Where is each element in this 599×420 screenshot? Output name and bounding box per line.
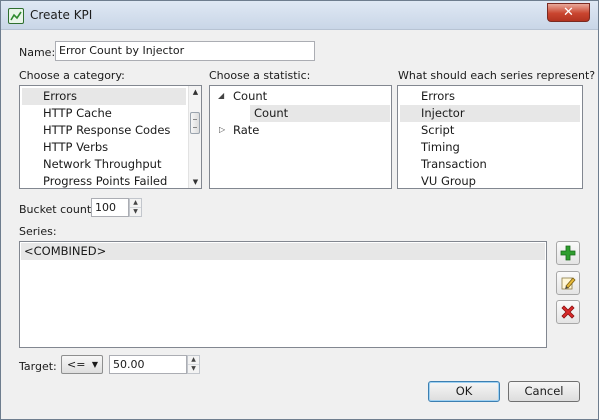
name-input[interactable]: Error Count by Injector xyxy=(55,41,315,61)
target-operator-select[interactable]: <= ▼ xyxy=(61,355,103,374)
ok-button[interactable]: OK xyxy=(428,381,500,402)
represent-item-vu-group[interactable]: VU Group xyxy=(400,173,476,188)
series-list[interactable]: <COMBINED> xyxy=(19,241,547,348)
series-item-combined[interactable]: <COMBINED> xyxy=(21,243,545,260)
delete-series-button[interactable] xyxy=(556,300,580,324)
statistic-tree[interactable]: ◢ Count Count ▷ Rate xyxy=(209,85,392,189)
scroll-up-arrow-icon[interactable]: ▲ xyxy=(189,86,201,98)
represent-item-injector[interactable]: Injector xyxy=(400,105,580,122)
scroll-thumb[interactable] xyxy=(190,112,200,134)
category-item-http-cache[interactable]: HTTP Cache xyxy=(22,105,112,122)
statistic-label: Choose a statistic: xyxy=(209,69,311,82)
category-item-errors[interactable]: Errors xyxy=(22,88,186,105)
title-bar[interactable]: Create KPI ✕ xyxy=(1,1,598,30)
name-label: Name: xyxy=(19,46,56,59)
spin-up-icon[interactable]: ▲ xyxy=(130,199,141,208)
spin-down-icon[interactable]: ▼ xyxy=(188,365,199,374)
target-value-spinner[interactable]: ▲ ▼ xyxy=(187,355,200,374)
add-series-button[interactable] xyxy=(556,241,580,265)
close-icon: ✕ xyxy=(563,5,574,20)
edit-icon xyxy=(561,277,576,290)
delete-x-icon xyxy=(561,305,575,319)
close-button[interactable]: ✕ xyxy=(547,3,590,22)
spin-up-icon[interactable]: ▲ xyxy=(188,356,199,365)
statistic-node-count[interactable]: Count xyxy=(212,88,267,105)
app-icon xyxy=(8,8,24,24)
statistic-node-rate[interactable]: Rate xyxy=(212,122,259,139)
represent-item-errors[interactable]: Errors xyxy=(400,88,455,105)
series-represent-label: What should each series represent? xyxy=(398,69,596,82)
represent-item-transaction[interactable]: Transaction xyxy=(400,156,487,173)
edit-series-button[interactable] xyxy=(556,271,580,295)
category-item-http-response-codes[interactable]: HTTP Response Codes xyxy=(22,122,170,139)
spin-down-icon[interactable]: ▼ xyxy=(130,208,141,217)
window-title: Create KPI xyxy=(30,8,93,22)
statistic-node-count-child[interactable]: Count xyxy=(250,105,390,122)
category-item-http-verbs[interactable]: HTTP Verbs xyxy=(22,139,108,156)
series-label: Series: xyxy=(19,225,57,238)
bucket-count-label: Bucket count: xyxy=(19,203,95,216)
category-label: Choose a category: xyxy=(19,69,125,82)
create-kpi-dialog: Create KPI ✕ Name: Error Count by Inject… xyxy=(0,0,599,420)
target-label: Target: xyxy=(19,360,57,373)
target-operator-value: <= xyxy=(67,358,86,371)
bucket-count-spinner[interactable]: ▲ ▼ xyxy=(129,198,142,217)
represent-item-timing[interactable]: Timing xyxy=(400,139,460,156)
bucket-count-input[interactable]: 100 xyxy=(91,198,129,217)
plus-icon xyxy=(560,245,576,261)
category-list[interactable]: Errors HTTP Cache HTTP Response Codes HT… xyxy=(19,85,202,189)
category-item-progress-points-failed[interactable]: Progress Points Failed xyxy=(22,173,167,188)
represent-item-script[interactable]: Script xyxy=(400,122,454,139)
dropdown-arrow-icon: ▼ xyxy=(91,360,98,369)
target-value-input[interactable]: 50.00 xyxy=(109,355,187,374)
cancel-button[interactable]: Cancel xyxy=(508,381,580,402)
series-represent-list[interactable]: Errors Injector Script Timing Transactio… xyxy=(397,85,583,189)
category-scrollbar[interactable]: ▲ ▼ xyxy=(188,86,201,188)
category-item-network-throughput[interactable]: Network Throughput xyxy=(22,156,161,173)
scroll-down-arrow-icon[interactable]: ▼ xyxy=(189,176,201,188)
